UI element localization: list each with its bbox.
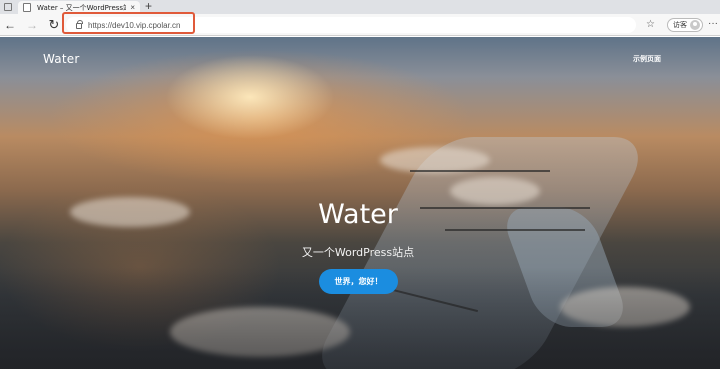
site-title-link[interactable]: Water [43,52,79,66]
back-button[interactable]: ← [2,17,18,33]
hero-subtitle: 又一个WordPress站点 [301,246,415,259]
forward-button[interactable]: → [24,17,40,33]
profile-label: 访客 [673,21,687,29]
hero-heading: Water [318,199,398,230]
refresh-button[interactable]: ↻ [46,17,62,33]
favorites-star-icon[interactable]: ☆ [646,19,655,30]
hero-section: Water 示例页面 Water 又一个WordPress站点 世界，您好！ [0,37,720,369]
more-menu-icon[interactable]: ··· [708,18,718,29]
bridge-shape [410,170,550,172]
url-highlight-box [62,12,195,34]
tab-title: Water – 又一个WordPress站点 [37,3,126,12]
nav-item-sample-page[interactable]: 示例页面 [633,54,661,64]
avatar [690,20,700,30]
tab-actions-icon[interactable] [4,3,12,11]
profile-button[interactable]: 访客 [667,18,703,32]
hello-world-button[interactable]: 世界，您好！ [319,269,398,294]
page-favicon-icon [23,3,31,12]
tab-close-icon[interactable]: × [130,3,135,12]
